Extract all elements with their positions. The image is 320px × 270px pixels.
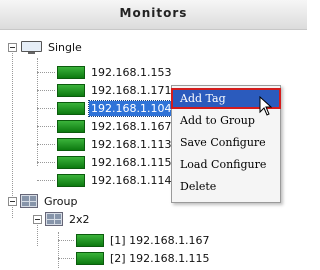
tree-item-group-device[interactable]: [2] 192.168.1.115 [58,249,212,267]
device-label: 192.168.1.153 [91,65,172,79]
tree-node-group[interactable]: Group [8,192,80,210]
tree-item-device[interactable]: 192.168.1.171 [37,81,173,99]
tree-item-device-selected[interactable]: 192.168.1.104 [37,99,175,117]
menu-item-load-configure[interactable]: Load Configure [172,155,280,174]
camera-icon [57,101,85,115]
tree-connector [37,58,38,166]
camera-icon [57,155,85,169]
device-label: 192.168.1.104 [87,99,175,117]
tree-node-label: Group [44,194,78,208]
tree-item-device[interactable]: 192.168.1.113 [37,135,173,153]
monitors-panel-header: Monitors [0,0,307,30]
collapse-toggle-icon[interactable] [8,196,17,206]
tree-item-device[interactable]: 192.168.1.153 [37,63,173,81]
camera-icon [57,83,85,97]
menu-item-save-configure[interactable]: Save Configure [172,133,280,152]
device-label: 192.168.1.171 [91,83,172,97]
tree-node-label: 2x2 [69,212,90,226]
collapse-toggle-icon[interactable] [8,42,17,52]
tree-node-label: Single [48,40,82,54]
group-grid-icon [45,212,63,226]
tree-item-device[interactable]: 192.168.1.167 [37,117,173,135]
mouse-pointer-icon [259,96,273,116]
menu-item-delete[interactable]: Delete [172,177,280,196]
device-label: [1] 192.168.1.167 [110,233,210,247]
tree-item-group-device[interactable]: [1] 192.168.1.167 [58,231,212,249]
device-label: 192.168.1.115 [91,155,172,169]
camera-icon [57,173,85,187]
camera-icon [57,137,85,151]
device-label: 192.168.1.114 [91,173,172,187]
tree-item-device[interactable]: 192.168.1.114 [37,171,173,189]
tree-node-single[interactable]: Single [8,38,84,56]
monitor-icon [20,40,42,54]
tree-item-device[interactable]: 192.168.1.115 [37,153,173,171]
panel-title: Monitors [119,6,188,20]
device-label: 192.168.1.113 [91,137,172,151]
device-label: 192.168.1.167 [91,119,172,133]
camera-icon [76,251,104,265]
device-label: [2] 192.168.1.115 [110,251,210,265]
collapse-toggle-icon[interactable] [33,214,42,224]
group-grid-icon [20,194,38,208]
tree-connector [58,232,59,268]
camera-icon [57,119,85,133]
camera-icon [57,65,85,79]
tree-node-subgroup[interactable]: 2x2 [33,210,92,228]
camera-icon [76,233,104,247]
